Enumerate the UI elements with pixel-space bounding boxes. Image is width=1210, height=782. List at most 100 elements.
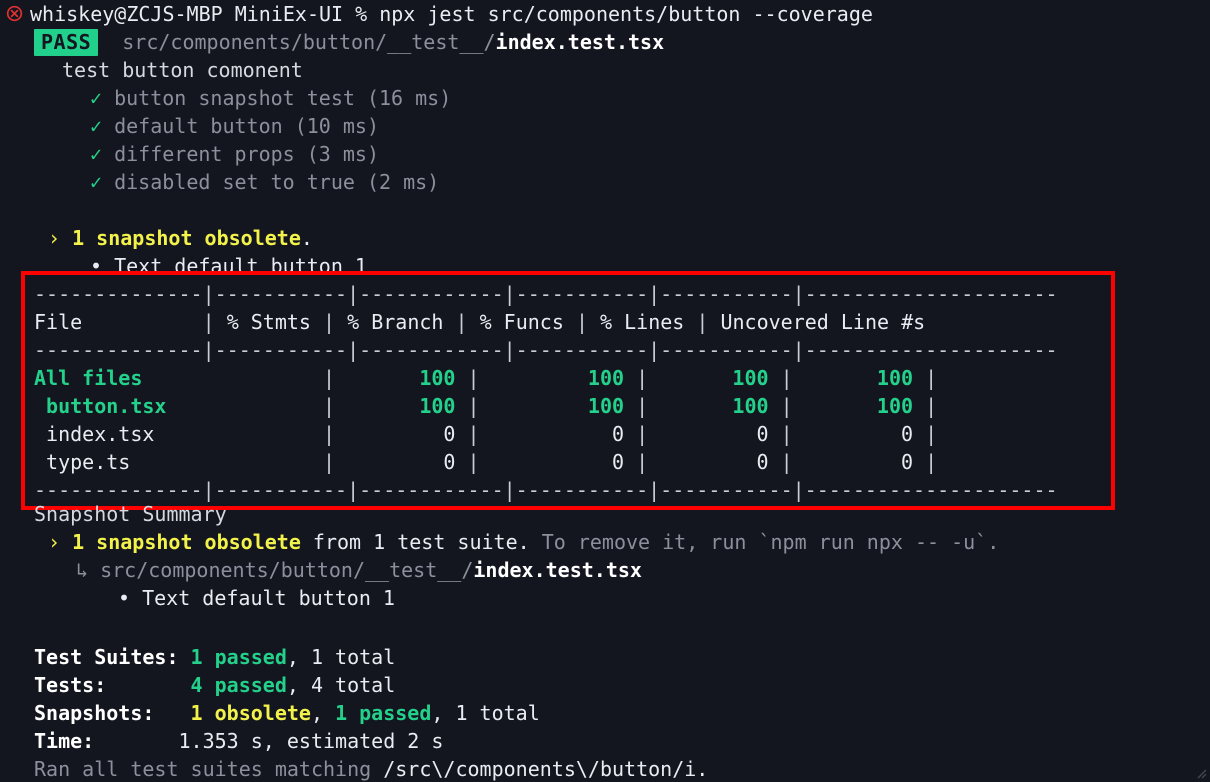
totals-rest: , 1 total (431, 701, 540, 725)
check-icon: ✓ (90, 142, 103, 166)
cell-uncovered (937, 394, 949, 418)
test-name: default button (114, 114, 283, 138)
col-file: File (34, 310, 83, 334)
cell-branch: 100 (479, 394, 637, 418)
cell-branch: 0 (479, 422, 637, 446)
cell-funcs: 100 (648, 394, 781, 418)
cell-lines: 100 (792, 394, 926, 418)
resize-grip-icon[interactable] (1193, 765, 1207, 779)
totals-green: 1 passed (335, 701, 432, 725)
totals-row-tests: Tests: 4 passed, 4 total (0, 671, 1210, 699)
totals-green: 4 passed (190, 673, 287, 697)
table-row: type.ts | 0 | 0 | 0 | 0 | (0, 448, 1210, 476)
cell-file: type.ts (34, 450, 323, 474)
test-line: ✓ button snapshot test (16 ms) (0, 84, 1210, 112)
describe-line: test button comonent (62, 58, 303, 82)
table-row: button.tsx | 100 | 100 | 100 | 100 | (0, 392, 1210, 420)
prompt-user-host: whiskey@ZCJS-MBP (30, 2, 223, 26)
cell-funcs: 0 (648, 450, 781, 474)
terminal-window[interactable]: whiskey@ZCJS-MBP MiniEx-UI % npx jest sr… (0, 0, 1210, 782)
totals-label: Tests: (34, 673, 107, 697)
totals-label: Snapshots: (34, 701, 155, 725)
totals-row-snapshots: Snapshots: 1 obsolete, 1 passed, 1 total (34, 701, 540, 725)
arrow-icon: › (48, 226, 61, 250)
suite-status-line: PASS src/components/button/__test__/inde… (0, 28, 1210, 56)
cell-lines: 100 (792, 366, 926, 390)
col-stmts: % Stmts (226, 310, 311, 334)
snapshot-summary-heading: Snapshot Summary (34, 502, 227, 526)
totals-rest: , 4 total (286, 673, 396, 697)
test-duration: (16 ms) (366, 86, 452, 110)
cell-branch: 0 (479, 450, 637, 474)
bullet-icon: • (118, 586, 131, 610)
snapshot-summary-bullet: • Text default button 1 (0, 584, 1210, 612)
ran-all-prefix: Ran all test suites matching (34, 757, 384, 781)
test-duration: (3 ms) (306, 142, 380, 166)
coverage-table: --------------|-----------|------------|… (0, 280, 1210, 504)
cell-branch: 100 (479, 366, 637, 390)
totals-rest: , 1 total (286, 645, 396, 669)
obsolete-text: 1 snapshot obsolete (72, 226, 301, 250)
table-divider-header: --------------|-----------|------------|… (34, 338, 1058, 362)
test-name: different props (114, 142, 295, 166)
cell-file: button.tsx (34, 394, 323, 418)
snapshot-hint-text: To remove it, run `npm run npx -- -u`. (541, 530, 1000, 554)
obsolete-notice-line: › 1 snapshot obsolete. (0, 224, 1210, 252)
cell-lines: 0 (792, 450, 926, 474)
test-name: button snapshot test (114, 86, 355, 110)
col-uncovered: Uncovered Line #s (720, 310, 926, 334)
snapshot-path-file: index.test.tsx (473, 558, 642, 582)
cell-stmts: 0 (335, 450, 468, 474)
cell-funcs: 100 (648, 366, 781, 390)
col-lines: % Lines (600, 310, 685, 334)
cell-uncovered (937, 450, 949, 474)
snapshot-bullet-text: Text default button 1 (142, 586, 395, 610)
col-branch: % Branch (347, 310, 444, 334)
snapshot-obsolete-text: 1 snapshot obsolete (72, 530, 301, 554)
totals-row-test-suites: Test Suites: 1 passed, 1 total (0, 643, 1210, 671)
totals-rest: 1.353 s, estimated 2 s (178, 729, 444, 753)
snapshot-from-text: from 1 test suite. (300, 530, 542, 554)
snapshot-summary-path: ↳ src/components/button/__test__/index.t… (0, 556, 1210, 584)
check-icon: ✓ (90, 86, 103, 110)
suite-path-dim: src/components/button/__test__/ (122, 30, 496, 54)
obsolete-text-tail: . (300, 226, 313, 250)
table-divider-top: --------------|-----------|------------|… (34, 282, 1058, 306)
test-duration: (2 ms) (366, 170, 440, 194)
bullet-icon: • (90, 254, 103, 278)
obsolete-bullet-line: • Text default button 1 (0, 252, 1210, 280)
suite-path-file: index.test.tsx (495, 30, 665, 54)
totals-row-time: Time: 1.353 s, estimated 2 s (0, 727, 1210, 755)
test-line: ✓ default button (10 ms) (0, 112, 1210, 140)
cell-uncovered (937, 422, 949, 446)
prompt-symbol: % (355, 2, 368, 26)
cell-stmts: 100 (335, 394, 468, 418)
ran-all-line: Ran all test suites matching /src\/compo… (0, 755, 1210, 782)
cell-lines: 0 (792, 422, 926, 446)
cell-stmts: 0 (335, 422, 468, 446)
table-header-row: File | % Stmts | % Branch | % Funcs | % … (34, 310, 926, 334)
col-funcs: % Funcs (479, 310, 564, 334)
table-row: index.tsx | 0 | 0 | 0 | 0 | (0, 420, 1210, 448)
test-duration: (10 ms) (294, 114, 380, 138)
cell-file: All files (34, 366, 323, 390)
totals-green: 1 passed (190, 645, 287, 669)
prompt-line: whiskey@ZCJS-MBP MiniEx-UI % npx jest sr… (0, 0, 1210, 28)
sub-arrow-icon: ↳ (76, 558, 89, 582)
snapshot-summary-notice: › 1 snapshot obsolete from 1 test suite.… (0, 528, 1210, 556)
arrow-icon: › (48, 530, 61, 554)
obsolete-bullet-text: Text default button 1 (114, 254, 367, 278)
cell-uncovered (937, 366, 949, 390)
cell-funcs: 0 (648, 422, 781, 446)
table-row: All files | 100 | 100 | 100 | 100 | (0, 364, 1210, 392)
totals-label: Test Suites: (34, 645, 179, 669)
cell-file: index.tsx (34, 422, 323, 446)
prompt-command: npx jest src/components/button --coverag… (379, 2, 873, 26)
check-icon: ✓ (90, 170, 103, 194)
check-icon: ✓ (90, 114, 103, 138)
totals-block: Test Suites: 1 passed, 1 total Tests: 4 … (0, 643, 1210, 782)
snapshot-path-dim: src/components/button/__test__/ (100, 558, 474, 582)
totals-label: Time: (34, 729, 95, 753)
snapshot-summary-block: Snapshot Summary › 1 snapshot obsolete f… (0, 500, 1210, 612)
